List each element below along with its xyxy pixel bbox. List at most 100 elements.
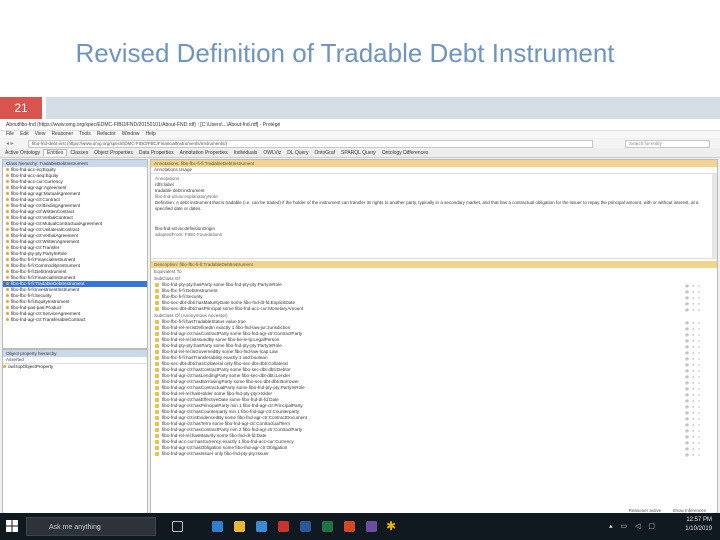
- acrobat-icon[interactable]: [278, 521, 289, 532]
- class-expression-icon: [155, 373, 159, 378]
- class-expression-icon: [155, 385, 159, 390]
- class-icon: [6, 186, 9, 190]
- mail-icon[interactable]: [256, 521, 267, 532]
- word-icon[interactable]: [300, 521, 311, 532]
- tab-item[interactable]: Annotation Properties: [177, 150, 231, 156]
- class-icon: [6, 312, 9, 316]
- edge-icon[interactable]: [212, 521, 223, 532]
- axiom-text: fibo-fnd-agr-ctr:hasContractParty some f…: [162, 331, 303, 336]
- tab-item[interactable]: Individuals: [231, 150, 261, 156]
- description-header: Description: fibo-fbc-fi-fi:TradableDebt…: [151, 261, 717, 268]
- taskbar-search-input[interactable]: Ask me anything: [26, 517, 156, 536]
- class-icon: [6, 246, 9, 250]
- class-detail-panel: Annotations: fibo-fbc-fi-fi:TradableDebt…: [150, 159, 718, 517]
- asserted-dropdown[interactable]: Asserted: [3, 357, 147, 364]
- class-tree-label: fibo-fbc-fi-fi:InvestmentInstrument: [11, 287, 80, 292]
- axiom-text: fibo-fbc-fi-fi:DebtInstrument: [162, 288, 218, 293]
- class-tree-label: fibo-fnd-agr-ctr:Contract: [11, 197, 60, 202]
- powerpoint-icon[interactable]: [344, 521, 355, 532]
- tab-item[interactable]: Entities: [43, 149, 68, 156]
- tab-item[interactable]: OWLViz: [260, 150, 284, 156]
- class-expression-icon: [155, 427, 159, 432]
- tab-item[interactable]: Ontology Differences: [379, 150, 432, 156]
- menu-item[interactable]: Edit: [20, 131, 29, 137]
- class-tree-label: fibo-fnd-agr-ctr:WrittenAgreement: [11, 239, 80, 244]
- axiom-text: fibo-fbc-fi-fi:hasTradableStatus value t…: [162, 319, 246, 324]
- tab-item[interactable]: Classes: [67, 150, 91, 156]
- menu-item[interactable]: Help: [146, 131, 156, 137]
- menu-item[interactable]: Reasoner: [51, 131, 73, 137]
- axiom-controls-icon[interactable]: @ × ○: [685, 307, 701, 312]
- app-star-icon[interactable]: ✱: [386, 520, 397, 532]
- class-expression-icon: [155, 379, 159, 384]
- explorer-icon[interactable]: [234, 521, 245, 532]
- class-icon: [6, 294, 9, 298]
- annotations-header: Annotations: fibo-fbc-fi-fi:TradableDebt…: [151, 160, 717, 167]
- axiom-text: fibo-fnd-agr-ctr:hasBorrowingParty some …: [162, 379, 299, 384]
- ontology-iri-field[interactable]: fibo-fnd-debt-inst (https://www.omg.org/…: [28, 140, 593, 148]
- menu-item[interactable]: Tools: [79, 131, 91, 137]
- class-icon: [6, 270, 9, 274]
- class-tree-label: fibo-fnd-agr-agr:Agreement: [11, 185, 67, 190]
- axiom-row[interactable]: fibo-fnd-agr-ctr:hasIssuer only fibo-fnd…: [151, 451, 717, 457]
- axiom-text: fibo-fnd-rel-rel:isGovernedBy some fibo-…: [162, 349, 278, 354]
- top-object-property-item[interactable]: owl:topObjectProperty: [3, 364, 147, 370]
- class-icon: [6, 192, 9, 196]
- annotations-tabs[interactable]: Annotations Usage: [151, 167, 717, 174]
- task-view-icon[interactable]: [172, 521, 183, 532]
- window-title: Aboutfibo-fnd (https://www.omg.org/spec/…: [0, 121, 720, 131]
- windows-start-icon[interactable]: [6, 520, 18, 532]
- class-tree-label: fibo-fnd-agr-ctr:WrittenContract: [11, 209, 75, 214]
- class-tree-label: fibo-fbc-fi-fi:CommodityInstrument: [11, 263, 80, 268]
- axiom-text: fibo-fbc-fi-fi:Security: [162, 294, 203, 299]
- tab-item[interactable]: SPARQL Query: [338, 150, 379, 156]
- class-icon: [6, 174, 9, 178]
- class-expression-icon: [155, 445, 159, 450]
- axiom-controls-icon[interactable]: @ × ○: [685, 452, 701, 457]
- axiom-text: fibo-fnd-rel-rel:hasMaturity some fibo-f…: [162, 433, 267, 438]
- tab-item[interactable]: Object Properties: [91, 150, 136, 156]
- tab-item[interactable]: DL Query: [284, 150, 311, 156]
- class-expression-icon: [155, 391, 159, 396]
- class-expression-icon: [155, 355, 159, 360]
- class-icon: [6, 276, 9, 280]
- protege-icon[interactable]: [366, 521, 377, 532]
- class-tree-item[interactable]: fibo-fnd-agr-ctr:TransferableContract: [3, 317, 147, 323]
- class-tree-label: fibo-fnd-acc-aeq:Equity: [11, 173, 59, 178]
- class-expression-icon: [155, 306, 159, 311]
- tab-item[interactable]: Active Ontology: [2, 150, 43, 156]
- axiom-text: fibo-fnd-agr-ctr:hasContractParty some f…: [162, 367, 291, 372]
- class-expression-icon: [155, 415, 159, 420]
- menu-item[interactable]: Refactor: [97, 131, 116, 137]
- axiom-text: fibo-fnd-agr-ctr:hasContractParty min 2 …: [162, 427, 303, 432]
- system-tray-icons[interactable]: ▴ ▭ ◁ ▢: [609, 522, 658, 530]
- annotations-scrollbar[interactable]: [712, 174, 717, 258]
- entity-search-input[interactable]: Search for entity: [625, 140, 710, 148]
- excel-icon[interactable]: [322, 521, 333, 532]
- axiom-text: fibo-fnd-agr-ctr:hasIssuer only fibo-fnd…: [162, 451, 269, 456]
- class-expression-icon: [155, 300, 159, 305]
- clock-time: 12:57 PM: [686, 517, 712, 523]
- menu-item[interactable]: Window: [122, 131, 140, 137]
- tab-item[interactable]: Data Properties: [136, 150, 177, 156]
- class-icon: [6, 222, 9, 226]
- axiom-text: fibo-fnd-agr-ctr:isEvidencedBy some fibo…: [162, 415, 308, 420]
- class-icon: [6, 240, 9, 244]
- axiom-row[interactable]: fibo-sec-dbt-dbti:hasPrincipal some fibo…: [151, 306, 717, 312]
- class-icon: [6, 168, 9, 172]
- class-expression-icon: [155, 337, 159, 342]
- axiom-text: fibo-fnd-rel-rel:hasHolder some fibo-fnd…: [162, 391, 273, 396]
- protege-window: Aboutfibo-fnd (https://www.omg.org/spec/…: [0, 121, 720, 517]
- back-forward-icon[interactable]: ◂ ▸: [6, 140, 14, 147]
- taskbar-clock[interactable]: 12:57 PM 1/10/2019: [662, 516, 712, 534]
- axiom-text: fibo-sec-dbt-dbti:hasPrincipal some fibo…: [162, 306, 304, 311]
- menu-item[interactable]: View: [35, 131, 46, 137]
- object-property-panel: Object property hierarchy Asserted owl:t…: [2, 349, 148, 517]
- windows-taskbar: Ask me anything ✱ ▴ ▭ ◁ ▢ 12:57 PM 1/10/…: [0, 513, 720, 540]
- menu-item[interactable]: File: [6, 131, 14, 137]
- class-hierarchy-header: Class hierarchy: TradableDebtInstrument: [3, 160, 147, 167]
- class-icon: [6, 288, 9, 292]
- axiom-text: fibo-fnd-rel-rel:isIssuedBy some fibo-be…: [162, 337, 280, 342]
- tab-item[interactable]: OntoGraf: [311, 150, 338, 156]
- axiom-text: fibo-fnd-acc-cur:hasCurrency exactly 1 f…: [162, 439, 294, 444]
